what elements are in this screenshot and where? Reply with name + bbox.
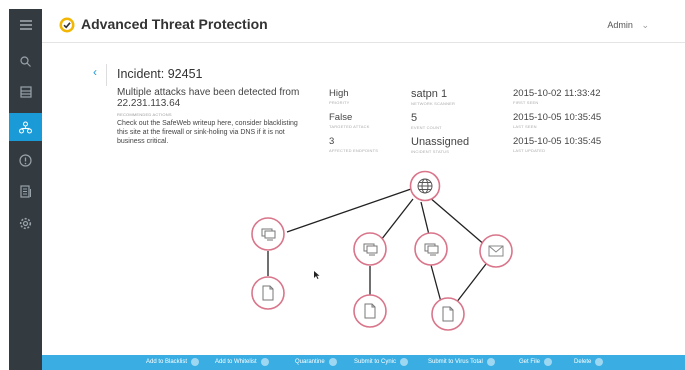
delete-icon xyxy=(595,358,604,366)
submit-to-cynic-label: Submit to Cynic xyxy=(354,359,397,365)
quarantine-label: Quarantine xyxy=(295,359,325,365)
delete-button[interactable]: Delete xyxy=(574,358,604,366)
submit-to-virus-total-button[interactable]: Submit to Virus Total xyxy=(428,358,495,366)
globe-node[interactable] xyxy=(409,170,441,202)
get-file-label: Get File xyxy=(519,359,541,365)
file-node[interactable] xyxy=(353,294,387,328)
quarantine-icon xyxy=(328,358,337,366)
add-to-blacklist-button[interactable]: Add to Blacklist xyxy=(146,358,200,366)
submit-to-cynic-button[interactable]: Submit to Cynic xyxy=(354,358,409,366)
mouse-cursor-icon xyxy=(314,271,320,279)
cynic-icon xyxy=(400,358,409,366)
quarantine-button[interactable]: Quarantine xyxy=(295,358,337,366)
submit-to-virus-total-label: Submit to Virus Total xyxy=(428,359,483,365)
get-file-icon xyxy=(544,358,553,366)
whitelist-icon xyxy=(260,358,269,366)
computer-node[interactable] xyxy=(353,232,387,266)
computer-node[interactable] xyxy=(251,217,285,251)
computer-node[interactable] xyxy=(414,232,448,266)
delete-label: Delete xyxy=(574,359,592,365)
add-to-whitelist-button[interactable]: Add to Whitelist xyxy=(215,358,269,366)
virustotal-icon xyxy=(486,358,495,366)
add-to-blacklist-label: Add to Blacklist xyxy=(146,359,188,365)
action-bar: Add to Blacklist Add to Whitelist Quaran… xyxy=(42,355,685,370)
file-node[interactable] xyxy=(431,297,465,331)
add-to-whitelist-label: Add to Whitelist xyxy=(215,359,257,365)
incident-graph xyxy=(251,170,513,331)
email-node[interactable] xyxy=(479,234,513,268)
file-node[interactable] xyxy=(251,276,285,310)
app-window: Advanced Threat Protection Admin ⌄ ‹ Inc… xyxy=(9,9,685,370)
blacklist-icon xyxy=(191,358,200,366)
get-file-button[interactable]: Get File xyxy=(519,358,553,366)
